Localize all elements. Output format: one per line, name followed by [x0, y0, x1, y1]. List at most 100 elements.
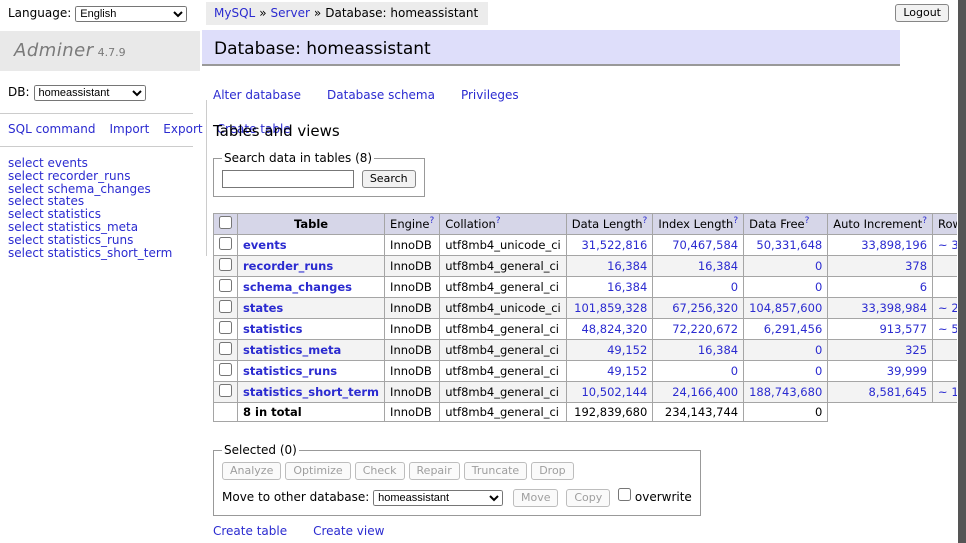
vertical-scrollbar[interactable] [957, 0, 966, 543]
overwrite-checkbox[interactable] [618, 488, 631, 501]
help-link[interactable]: ? [733, 216, 738, 226]
table-link-states[interactable]: states [243, 301, 283, 315]
row-checkbox[interactable] [219, 321, 232, 334]
selected-fieldset: Selected (0) AnalyzeOptimize CheckRepairT… [213, 443, 701, 516]
sidebar-item-recorder_runs[interactable]: select recorder_runs [8, 170, 200, 183]
sidebar-item-statistics_runs[interactable]: select statistics_runs [8, 234, 200, 247]
select-all-checkbox[interactable] [219, 216, 232, 229]
language-select[interactable]: English [75, 6, 187, 22]
select-all-cell [214, 214, 238, 235]
table-row: recorder_runsInnoDButf8mb4_general_ci16,… [214, 256, 966, 277]
link-alter-database[interactable]: Alter database [213, 88, 301, 102]
link-database-schema[interactable]: Database schema [327, 88, 435, 102]
table-link-statistics_meta[interactable]: statistics_meta [243, 343, 341, 357]
cell-data_length: 49,152 [566, 340, 653, 361]
cell-auto_increment: 913,577 [828, 319, 933, 340]
cell-collation: utf8mb4_general_ci [440, 382, 567, 403]
row-checkbox[interactable] [219, 384, 232, 397]
repair-button[interactable]: Repair [409, 462, 460, 480]
breadcrumb-separator: » [314, 6, 321, 20]
main-content: Alter databaseDatabase schemaPrivileges … [213, 80, 913, 543]
cell-data_length: 49,152 [566, 361, 653, 382]
table-link-statistics_runs[interactable]: statistics_runs [243, 364, 337, 378]
help-link[interactable]: ? [496, 216, 501, 226]
cell-engine: InnoDB [385, 256, 440, 277]
row-checkbox[interactable] [219, 363, 232, 376]
breadcrumb-link[interactable]: MySQL [214, 6, 255, 20]
cell-index_length: 0 [653, 277, 744, 298]
search-input[interactable] [222, 170, 354, 188]
drop-button[interactable]: Drop [531, 462, 573, 480]
logout-button[interactable]: Logout [895, 4, 949, 22]
link-privileges[interactable]: Privileges [461, 88, 519, 102]
truncate-button[interactable]: Truncate [464, 462, 527, 480]
selected-buttons-row: AnalyzeOptimize CheckRepairTruncateDrop [222, 462, 692, 480]
row-checkbox-cell [214, 256, 238, 277]
help-link[interactable]: ? [643, 216, 648, 226]
cell-index_length: 67,256,320 [653, 298, 744, 319]
tables-tbody: eventsInnoDButf8mb4_unicode_ci31,522,816… [214, 235, 966, 422]
selected-legend: Selected (0) [222, 443, 299, 457]
help-link[interactable]: ? [429, 216, 434, 226]
cell-auto_increment: 33,398,984 [828, 298, 933, 319]
cell-collation: utf8mb4_general_ci [440, 319, 567, 340]
table-link-statistics[interactable]: statistics [243, 322, 303, 336]
table-link-statistics_short_term[interactable]: statistics_short_term [243, 385, 379, 399]
cell-index_length: 72,220,672 [653, 319, 744, 340]
brand-strip: Adminer4.7.9 [0, 31, 200, 71]
link-create-view[interactable]: Create view [313, 524, 384, 538]
row-checkbox[interactable] [219, 258, 232, 271]
copy-button[interactable]: Copy [566, 489, 610, 507]
cell-engine: InnoDB [385, 382, 440, 403]
overwrite-label[interactable]: overwrite [635, 490, 692, 504]
row-checkbox[interactable] [219, 300, 232, 313]
sidebar-vertical-divider [206, 100, 207, 256]
sidebar-action-export[interactable]: Export [163, 122, 202, 136]
check-button[interactable]: Check [355, 462, 405, 480]
cell-data_free: 0 [744, 340, 828, 361]
row-checkbox[interactable] [219, 342, 232, 355]
sidebar-item-statistics_meta[interactable]: select statistics_meta [8, 221, 200, 234]
cell-auto_increment: 378 [828, 256, 933, 277]
cell-data_free: 6,291,456 [744, 319, 828, 340]
search-button[interactable]: Search [362, 170, 416, 188]
cell-collation: utf8mb4_unicode_ci [440, 235, 567, 256]
sidebar-item-statistics_short_term[interactable]: select statistics_short_term [8, 247, 200, 260]
move-button[interactable]: Move [513, 489, 559, 507]
row-checkbox[interactable] [219, 237, 232, 250]
row-checkbox-cell [214, 235, 238, 256]
sidebar-action-sql-command[interactable]: SQL command [8, 122, 95, 136]
cell-index_length: 16,384 [653, 256, 744, 277]
move-db-select[interactable]: homeassistant [373, 490, 503, 506]
cell-auto_increment: 39,999 [828, 361, 933, 382]
column-header-engine: Engine? [385, 214, 440, 235]
table-link-events[interactable]: events [243, 238, 287, 252]
analyze-button[interactable]: Analyze [222, 462, 281, 480]
help-link[interactable]: ? [922, 216, 927, 226]
table-link-recorder_runs[interactable]: recorder_runs [243, 259, 333, 273]
optimize-button[interactable]: Optimize [285, 462, 350, 480]
cell-data_free: 104,857,600 [744, 298, 828, 319]
sidebar-item-events[interactable]: select events [8, 157, 200, 170]
table-name-cell: statistics_short_term [238, 382, 385, 403]
totals-data-free: 0 [744, 403, 828, 422]
row-checkbox[interactable] [219, 279, 232, 292]
column-header-data-length: Data Length? [566, 214, 653, 235]
sidebar-action-import[interactable]: Import [109, 122, 149, 136]
help-link[interactable]: ? [805, 216, 810, 226]
cell-data_length: 16,384 [566, 277, 653, 298]
column-header-index-length: Index Length? [653, 214, 744, 235]
totals-row: 8 in totalInnoDButf8mb4_general_ci192,83… [214, 403, 966, 422]
sidebar-actions: SQL commandImportExportCreate table [0, 114, 193, 146]
db-select[interactable]: homeassistant [34, 85, 146, 101]
language-row: Language:English [0, 0, 200, 28]
totals-collation: utf8mb4_general_ci [440, 403, 567, 422]
cell-collation: utf8mb4_general_ci [440, 277, 567, 298]
table-link-schema_changes[interactable]: schema_changes [243, 280, 352, 294]
breadcrumb-link[interactable]: Server [271, 6, 310, 20]
link-create-table[interactable]: Create table [213, 524, 287, 538]
page-title: Database: homeassistant [202, 30, 900, 66]
table-row: statistics_runsInnoDButf8mb4_general_ci4… [214, 361, 966, 382]
cell-engine: InnoDB [385, 340, 440, 361]
totals-empty-cell [214, 403, 238, 422]
